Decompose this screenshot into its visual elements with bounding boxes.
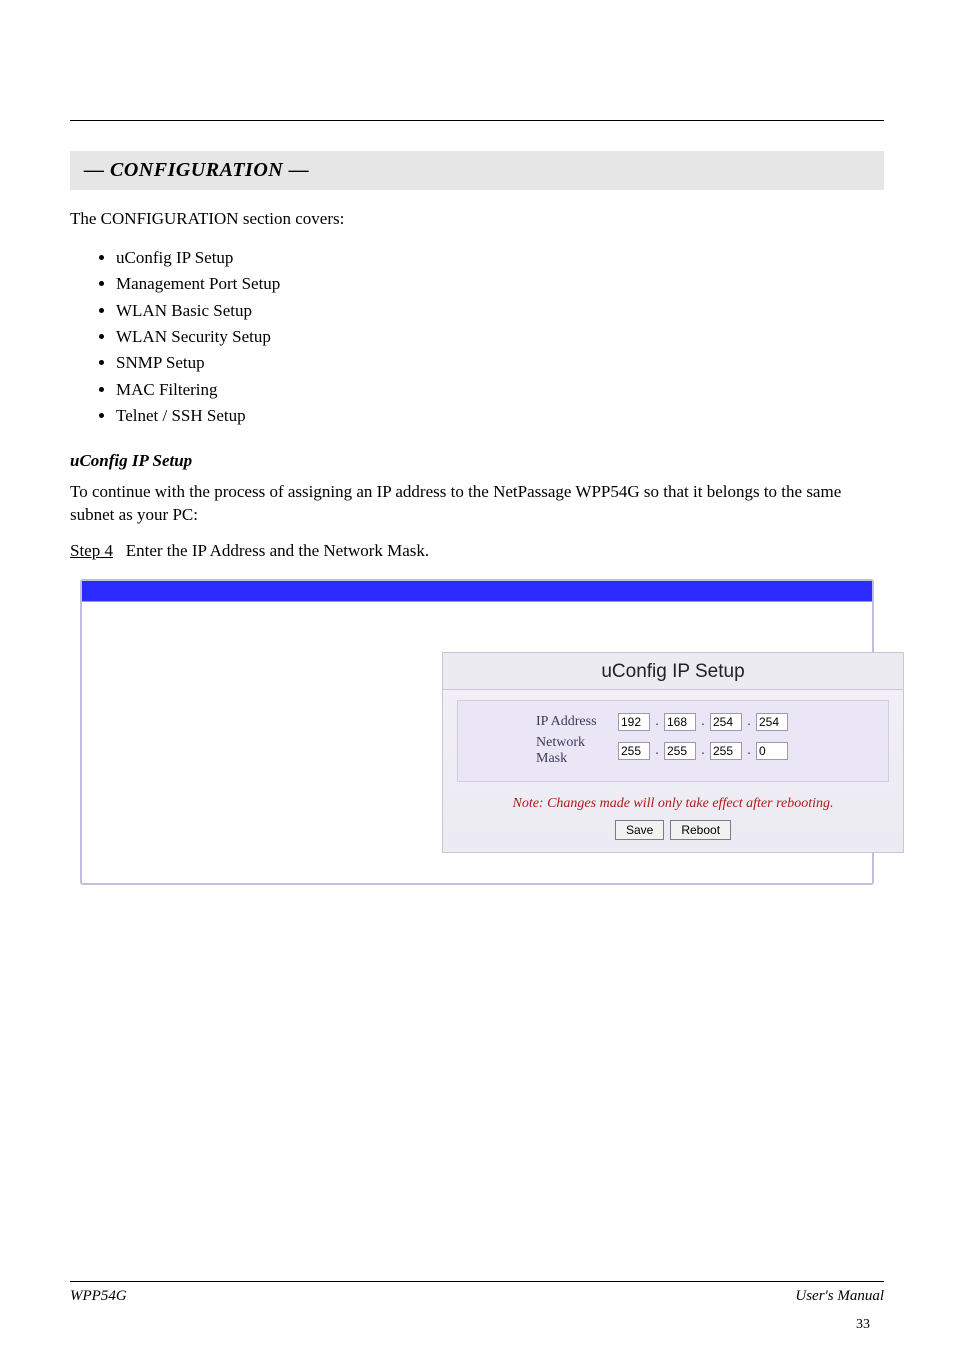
footer-left: WPP54G — [70, 1288, 127, 1305]
step4-number: Step 4 — [70, 541, 113, 560]
list-item: WLAN Security Setup — [116, 324, 884, 350]
panel-titlebar — [82, 581, 872, 602]
section-title: — CONFIGURATION — — [70, 151, 884, 190]
network-mask-row: Network Mask . . . — [474, 733, 872, 769]
mask-octet-4[interactable] — [756, 742, 788, 760]
top-rule — [70, 120, 884, 121]
ip-address-row: IP Address . . . — [474, 711, 872, 733]
list-item: SNMP Setup — [116, 350, 884, 376]
uconfig-desc: To continue with the process of assignin… — [70, 481, 884, 527]
list-item: Management Port Setup — [116, 271, 884, 297]
ip-dot: . — [746, 743, 752, 759]
footer-right: User's Manual — [795, 1288, 884, 1305]
ip-address-label: IP Address — [474, 714, 604, 730]
step4: Step 4 Enter the IP Address and the Netw… — [70, 541, 884, 561]
mask-octet-3[interactable] — [710, 742, 742, 760]
page-number: 33 — [856, 1317, 870, 1333]
network-mask-label: Network Mask — [474, 735, 604, 767]
ip-dot: . — [746, 714, 752, 730]
step4-text: Enter the IP Address and the Network Mas… — [126, 541, 429, 560]
form-title: uConfig IP Setup — [443, 653, 903, 690]
ip-dot: . — [700, 743, 706, 759]
list-item: Telnet / SSH Setup — [116, 403, 884, 429]
uconfig-subtitle: uConfig IP Setup — [70, 451, 884, 471]
mask-octet-2[interactable] — [664, 742, 696, 760]
list-item: WLAN Basic Setup — [116, 298, 884, 324]
ip-octet-3[interactable] — [710, 713, 742, 731]
section-intro: The CONFIGURATION section covers: — [70, 208, 884, 231]
reboot-note: Note: Changes made will only take effect… — [443, 796, 903, 812]
ip-fields-block: IP Address . . . Network Mask — [457, 700, 889, 782]
config-list: uConfig IP Setup Management Port Setup W… — [70, 245, 884, 429]
ip-octet-1[interactable] — [618, 713, 650, 731]
uconfig-panel: uConfig IP Setup IP Address . . . — [80, 579, 874, 885]
save-button[interactable]: Save — [615, 820, 664, 840]
reboot-button[interactable]: Reboot — [670, 820, 731, 840]
list-item: uConfig IP Setup — [116, 245, 884, 271]
ip-dot: . — [700, 714, 706, 730]
bottom-rule — [70, 1281, 884, 1282]
ip-octet-4[interactable] — [756, 713, 788, 731]
ip-octet-2[interactable] — [664, 713, 696, 731]
uconfig-form: uConfig IP Setup IP Address . . . — [442, 652, 904, 853]
ip-dot: . — [654, 714, 660, 730]
ip-dot: . — [654, 743, 660, 759]
list-item: MAC Filtering — [116, 377, 884, 403]
mask-octet-1[interactable] — [618, 742, 650, 760]
